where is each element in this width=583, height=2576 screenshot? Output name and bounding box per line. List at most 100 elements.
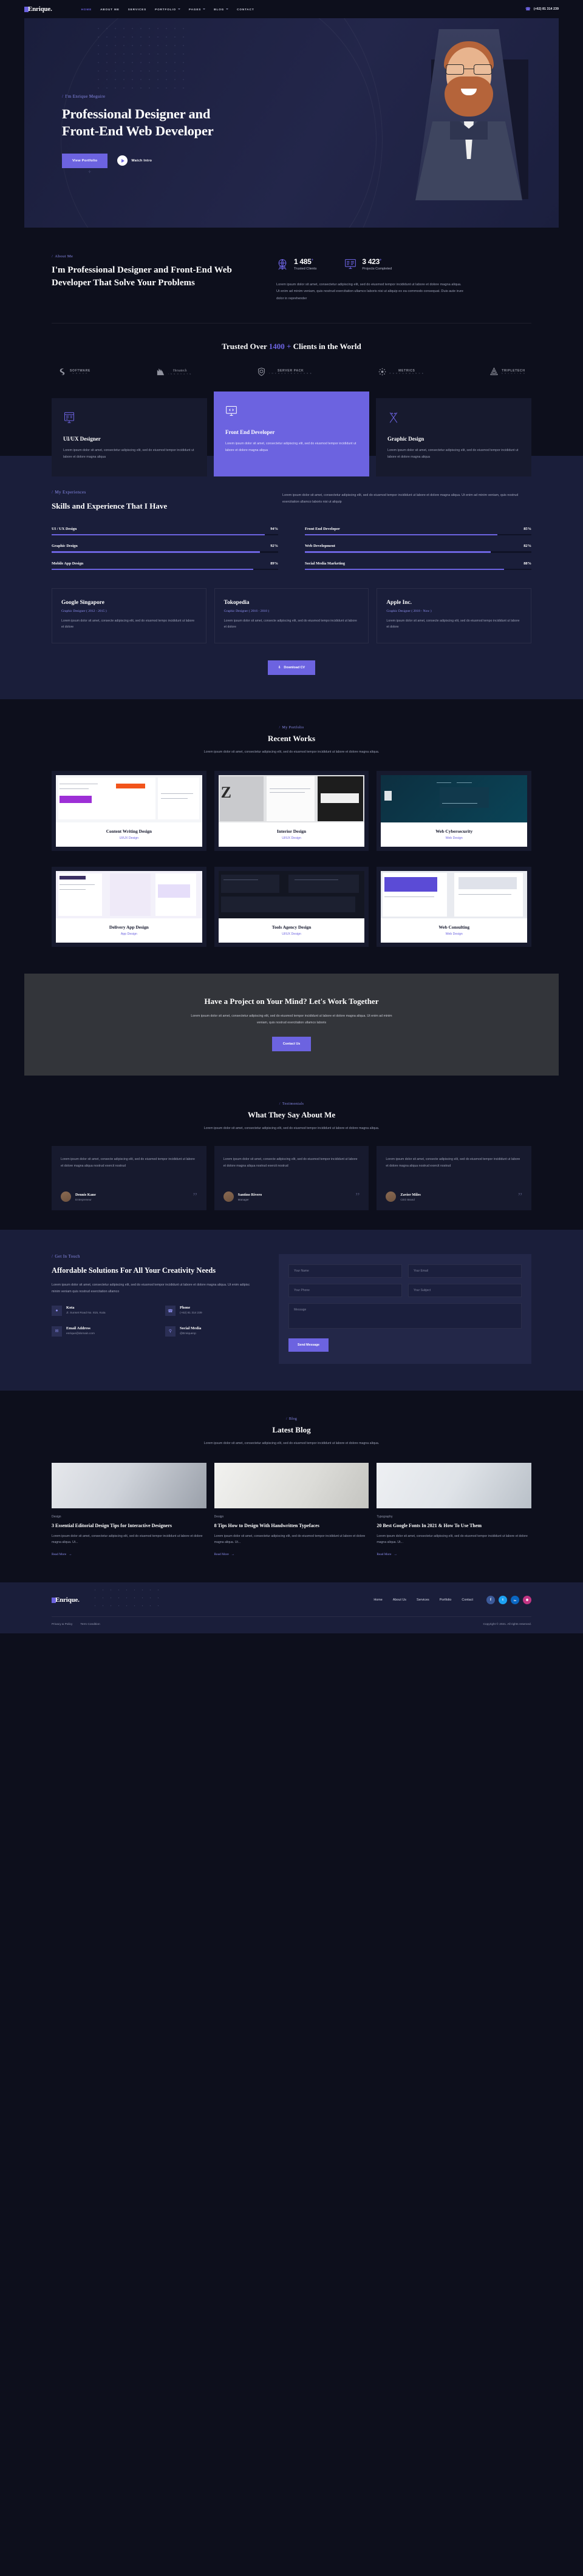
brand-logo[interactable]: Enrique. [24,5,52,13]
skill-bar: Social Media Marketing 88% [305,561,531,571]
blog-card-title: 3 Essential Editorial Design Tips for In… [52,1522,172,1528]
portfolio-card[interactable]: Web Consulting Web Design [377,866,532,947]
brand-name: Hexatech [172,368,187,373]
nav-item-pages[interactable]: PAGES [189,8,206,11]
instagram-icon[interactable]: ◉ [523,1596,531,1605]
testimonials-title: What They Say About Me [247,1110,336,1120]
arrow-right-icon: → [394,1553,397,1557]
service-text: Lorem ipsum dolor sit amet, consectetur … [225,442,356,452]
footer-link-contact[interactable]: Contact [462,1598,473,1602]
blog-card-title: 8 Tips How to Design With Handwritten Ty… [214,1522,319,1528]
privacy-policy-link[interactable]: Privacy & Policy [52,1623,72,1626]
blog-card[interactable]: Typography 20 Best Google Fonts In 2021 … [377,1462,532,1558]
cta-title: Have a Project on Your Mind? Let's Work … [204,996,379,1006]
skill-value: 85% [523,526,531,531]
read-more-link[interactable]: Read More → [52,1553,72,1556]
watch-intro-button[interactable]: Watch Intro [117,155,152,166]
view-portfolio-button[interactable]: View Portfolio [62,153,108,168]
footer-links: Home About Us Services Portfolio Contact [373,1598,473,1602]
term-condition-link[interactable]: Term Condition [80,1623,100,1626]
skill-value: 82% [523,544,531,549]
download-cv-label: Download CV [284,665,305,669]
blog-card[interactable]: Design 3 Essential Editorial Design Tips… [52,1462,206,1558]
testimonial-role: Manager [237,1198,249,1201]
footer-link-portfolio[interactable]: Portfolio [440,1598,452,1602]
blog-cards: Design 3 Essential Editorial Design Tips… [52,1462,532,1558]
brand-sub: I N N O V A T E [168,373,192,376]
avatar [61,1191,71,1202]
subject-input[interactable] [408,1284,522,1298]
portfolio-card-tag: Web Design [445,932,463,936]
email-input[interactable] [408,1264,522,1278]
linkedin-icon[interactable]: in [511,1596,519,1605]
read-more-link[interactable]: Read More → [214,1553,235,1556]
phone-input[interactable] [288,1284,402,1298]
company-role: Graphic Designer ( 2018 - Now ) [386,609,432,614]
footer-brand-name: Enrique. [55,1596,80,1604]
name-input[interactable] [288,1264,402,1278]
footer-logo[interactable]: Enrique. [52,1596,80,1604]
blog-card[interactable]: Design 8 Tips How to Design With Handwri… [214,1462,369,1558]
dark-agency-mockup-thumb [218,870,365,918]
contact-info-title: Social Media [180,1326,202,1330]
contact-info-address: ● Kota Jl. Sunset Road No. 815, Kuta [52,1306,145,1317]
service-card-frontend[interactable]: Front End Developer Lorem ipsum dolor si… [214,391,369,476]
portfolio-card[interactable]: Web Cybersecurity Web Design [377,770,532,851]
blog-excerpt: Lorem ipsum dolor sit amet, consectetur … [214,1534,366,1545]
quote-icon: ” [193,1191,197,1202]
download-cv-button[interactable]: ⇩ Download CV [267,660,316,675]
about-left: / About Me I'm Professional Designer and … [52,254,252,302]
message-textarea[interactable] [288,1303,522,1329]
contact-title: Affordable Solutions For All Your Creati… [52,1266,216,1275]
skills-title: Skills and Experience That I Have [52,501,168,510]
portfolio-card[interactable]: Z Interior Design UI/UX Design [214,770,369,851]
service-card-graphic[interactable]: Graphic Design Lorem ipsum dolor sit ame… [376,398,531,476]
stats-row: 1 485+ Trusted Clients 3 423+ Projects C… [276,258,531,271]
footer-link-about-us[interactable]: About Us [393,1598,406,1602]
nav-item-services[interactable]: SERVICES [128,8,146,11]
nav-phone-number: (+62) 81 314 239 [533,7,559,11]
top-navbar: Enrique. HOME ABOUT ME SERVICES PORTFOLI… [0,0,583,18]
blog-card-title: 20 Best Google Fonts In 2021 & How To Us… [377,1522,482,1528]
testimonial-text: Lorem ipsum dolor sit amet, consecte adi… [386,1158,520,1168]
skill-label: Mobile App Design [52,561,84,566]
portfolio-card[interactable]: Tools Agency Design UI/UX Design [214,866,369,947]
nav-item-blog[interactable]: BLOG [214,8,229,11]
portfolio-card-tag: Web Design [445,836,463,840]
desk-laptop-photo [52,1462,206,1508]
nav-item-portfolio[interactable]: PORTFOLIO [155,8,181,11]
skills-eyebrow: / My Experiences [52,489,86,495]
nav-item-about-me[interactable]: ABOUT ME [100,8,120,11]
blog-title: Latest Blog [272,1425,311,1435]
service-card-uiux[interactable]: UI/UX Designer Lorem ipsum dolor sit ame… [52,398,207,476]
brand-name: Enrique. [28,5,52,13]
contact-info-value: Jl. Sunset Road No. 815, Kuta [66,1312,106,1315]
service-title: Graphic Design [387,436,424,442]
testimonial-name: Zavier Miles [400,1193,421,1198]
watch-intro-label: Watch Intro [131,158,152,163]
testimonial-card: Lorem ipsum dolor sit amet, consecte adi… [214,1146,369,1211]
testimonial-name: Dennis Kane [75,1193,96,1198]
avatar [223,1191,234,1202]
service-text: Lorem ipsum dolor sit amet, consectetur … [63,449,194,459]
company-text: Lorem ipsum dolor sit amet, consecte adi… [223,619,357,629]
nav-item-contact[interactable]: CONTACT [237,8,254,11]
twitter-icon[interactable]: t [499,1596,507,1605]
quote-icon: ” [355,1191,360,1202]
footer-link-services[interactable]: Services [417,1598,429,1602]
portfolio-card[interactable]: Content Writing Design UI/UX Design [52,770,206,851]
nav-links: HOME ABOUT ME SERVICES PORTFOLIO PAGES B… [81,8,254,11]
facebook-icon[interactable]: f [486,1596,495,1605]
nav-phone[interactable]: ☎ (+62) 81 314 239 [525,7,559,12]
testimonials-paragraph: Lorem ipsum dolor sit amet, consectetur … [203,1127,380,1131]
s-swirl-logo [60,368,65,376]
send-message-button[interactable]: Send Message [288,1338,329,1352]
company-role: Graphic Designer ( 2016 - 2018 ) [223,609,270,614]
portfolio-card[interactable]: Delivery App Design App Design [52,866,206,947]
cta-section: Have a Project on Your Mind? Let's Work … [24,973,559,1076]
read-more-link[interactable]: Read More → [377,1553,397,1556]
nav-item-home[interactable]: HOME [81,8,92,11]
brand-logo-item: SOFTWARE G R O U P [58,367,90,376]
footer-link-home[interactable]: Home [373,1598,382,1602]
contact-us-button[interactable]: Contact Us [271,1037,312,1052]
